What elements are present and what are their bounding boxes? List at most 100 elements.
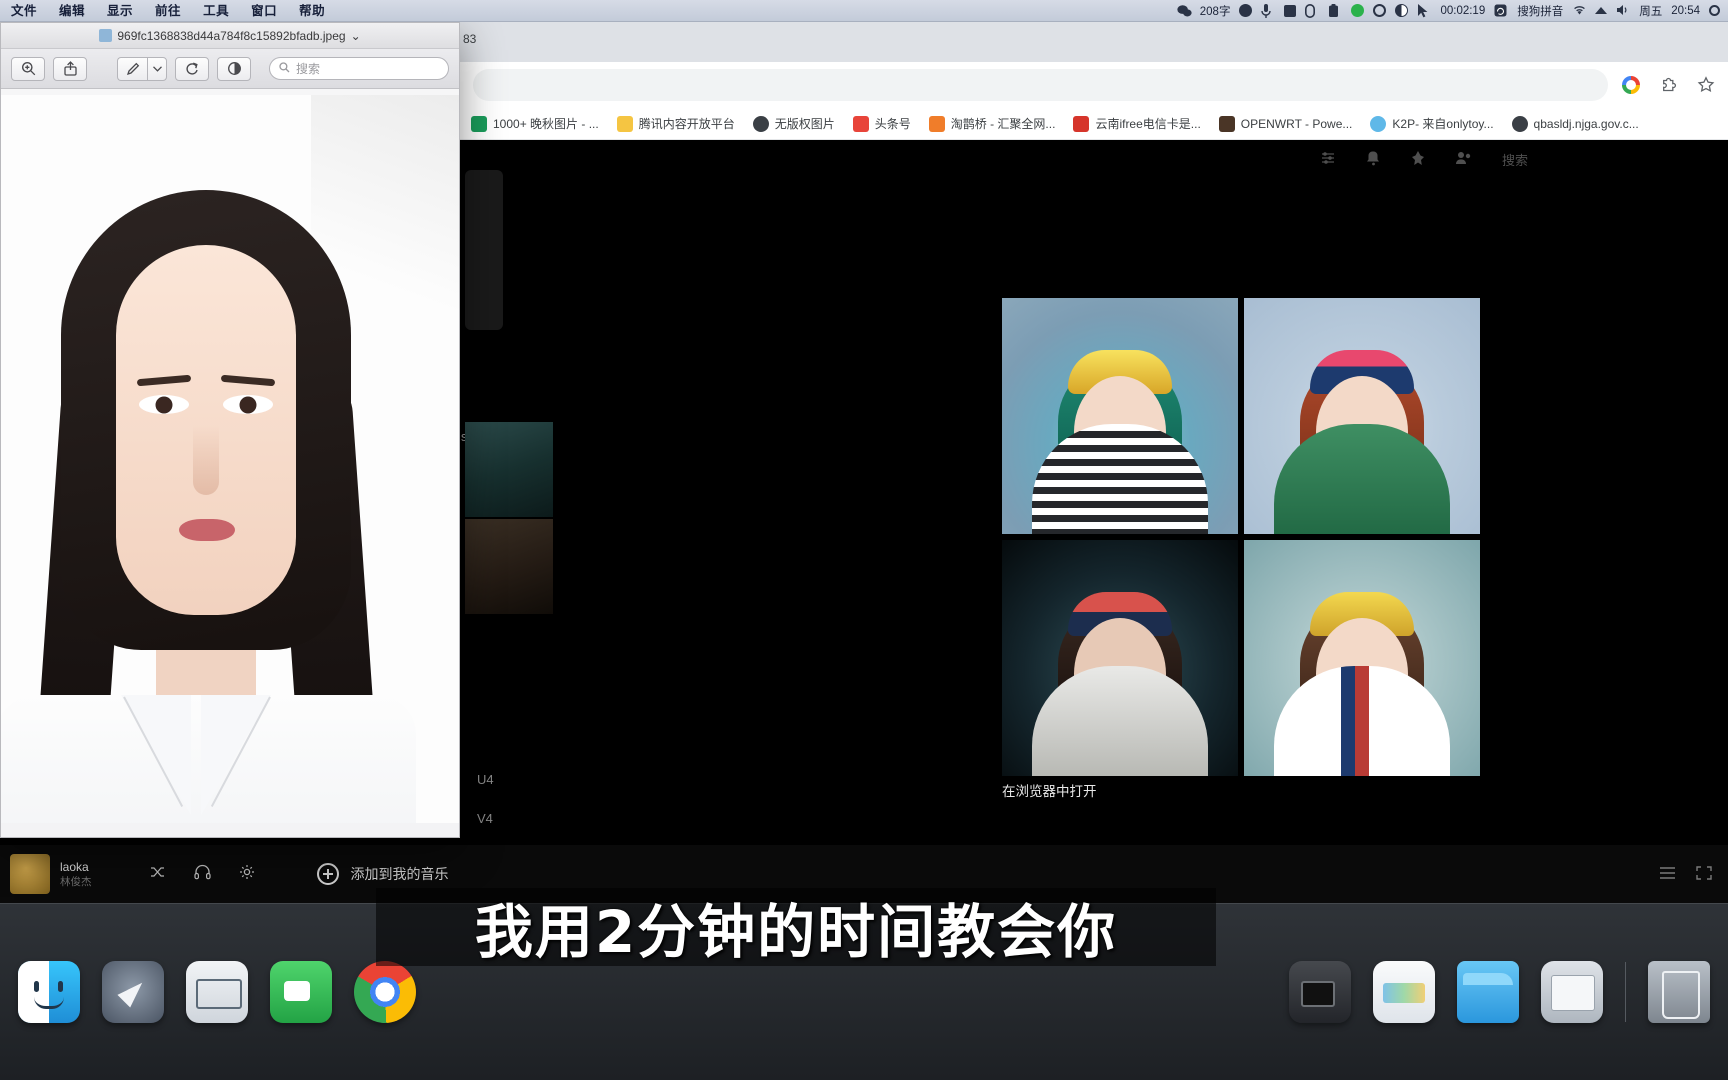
thumbnail-item[interactable] (465, 422, 553, 517)
bookmark-favicon (928, 115, 945, 132)
sync-icon[interactable] (1494, 4, 1508, 18)
adjust-color-button[interactable] (217, 56, 251, 81)
fullscreen-icon[interactable] (1696, 865, 1712, 883)
menu-help[interactable]: 帮助 (288, 0, 336, 22)
search-icon (279, 61, 290, 76)
clipboard-icon[interactable] (1328, 3, 1342, 18)
bell-icon[interactable] (1366, 150, 1381, 169)
people-icon[interactable] (1455, 150, 1472, 169)
zoom-button[interactable] (11, 56, 45, 81)
generated-image-1[interactable] (1002, 298, 1238, 534)
dock-item-system-preferences[interactable] (1541, 961, 1603, 1023)
pin-icon[interactable] (1411, 150, 1425, 169)
preview-search-field[interactable]: 搜索 (269, 57, 449, 80)
chevron-down-icon[interactable]: ⌄ (351, 29, 361, 43)
sliders-icon[interactable] (1320, 150, 1336, 169)
open-in-browser-link[interactable]: 在浏览器中打开 (1002, 780, 1097, 800)
dock-item-mail[interactable] (186, 961, 248, 1023)
bookmark-star-icon[interactable] (1696, 75, 1716, 95)
bookmark-favicon (1218, 115, 1235, 132)
generated-image-2[interactable] (1244, 298, 1480, 534)
rotate-button[interactable] (175, 56, 209, 81)
bookmarks-bar: 1000+ 晚秋图片 - ... 腾讯内容开放平台 无版权图片 头条号 淘鹊桥 … (455, 108, 1728, 140)
add-to-library-button[interactable]: 添加到我的音乐 (316, 863, 449, 885)
dock-item-folder[interactable] (1457, 961, 1519, 1023)
bookmark-item[interactable]: K2P- 来自onlytoy... (1370, 115, 1494, 132)
capsule-icon[interactable] (1305, 3, 1319, 18)
settings-icon[interactable] (239, 864, 255, 884)
markup-dropdown-caret[interactable] (147, 56, 167, 81)
bookmark-favicon (852, 115, 869, 132)
contrast-icon[interactable] (1395, 4, 1409, 17)
preview-canvas[interactable] (1, 89, 459, 837)
bookmark-label: 腾讯内容开放平台 (638, 117, 735, 131)
bookmark-favicon (471, 115, 487, 132)
headphones-icon[interactable] (193, 864, 211, 884)
variation-label-v4[interactable]: V4 (477, 811, 494, 826)
google-account-icon[interactable] (1622, 76, 1640, 94)
menu-edit[interactable]: 编辑 (48, 0, 96, 22)
dock-item-facetime[interactable] (270, 961, 332, 1023)
bookmark-item[interactable]: 云南ifree电信卡是... (1073, 115, 1201, 132)
share-button[interactable] (53, 56, 87, 81)
menu-file[interactable]: 文件 (0, 0, 48, 22)
preview-toolbar: 搜索 (1, 49, 459, 89)
generated-image-3[interactable] (1002, 540, 1238, 776)
app-left-rail[interactable] (465, 170, 503, 330)
chrome-browser-window: 83 1000+ 晚秋图片 - ... 腾讯内容开放平台 无版权图片 头条号 淘… (455, 22, 1728, 950)
volume-icon[interactable] (1616, 4, 1630, 18)
bookmark-item[interactable]: qbasldj.njga.gov.c... (1511, 115, 1639, 132)
wifi-icon[interactable] (1572, 4, 1586, 18)
input-method-label[interactable]: 搜狗拼音 (1517, 3, 1563, 19)
weekday-label: 周五 (1639, 5, 1663, 18)
preview-titlebar[interactable]: 969fc1368838d44a784f8c15892bfadb.jpeg ⌄ (1, 23, 459, 49)
dock-item-photos[interactable] (1373, 961, 1435, 1023)
menu-go[interactable]: 前往 (144, 0, 192, 22)
menu-tools[interactable]: 工具 (192, 0, 240, 22)
eject-icon[interactable] (1595, 7, 1608, 14)
bookmark-item[interactable]: 1000+ 晚秋图片 - ... (471, 115, 599, 132)
control-center-icon[interactable] (1709, 5, 1720, 16)
markup-tool-split[interactable] (117, 56, 167, 81)
chrome-tab-title[interactable]: 83 (463, 32, 476, 46)
green-circle-icon[interactable] (1351, 4, 1365, 17)
bookmark-item[interactable]: 腾讯内容开放平台 (616, 115, 735, 132)
dock-item-trash[interactable] (1648, 961, 1710, 1023)
app-icon[interactable] (1284, 4, 1297, 17)
extensions-icon[interactable] (1658, 75, 1678, 95)
subtitle-text: 我用2分钟的时间教会你 (474, 898, 1118, 966)
word-count-label: 208字 (1199, 5, 1231, 18)
address-bar[interactable] (473, 69, 1608, 101)
bookmark-item[interactable]: 无版权图片 (752, 115, 835, 132)
microphone-icon[interactable] (1261, 3, 1275, 18)
cursor-icon[interactable] (1417, 3, 1431, 18)
generated-image-grid (1002, 298, 1480, 776)
screen-recording-timer: 00:02:19 (1440, 4, 1486, 17)
markup-button[interactable] (117, 56, 147, 81)
list-icon[interactable] (1659, 866, 1676, 883)
menu-view[interactable]: 显示 (96, 0, 144, 22)
clock-label: 20:54 (1671, 4, 1700, 17)
bookmark-favicon (1511, 115, 1528, 132)
menu-window[interactable]: 窗口 (240, 0, 288, 22)
shuffle-icon[interactable] (150, 864, 166, 884)
thumbnail-item[interactable] (465, 519, 553, 614)
bookmark-item[interactable]: OPENWRT - Powe... (1218, 115, 1352, 132)
generated-image-4[interactable] (1244, 540, 1480, 776)
wechat-icon[interactable] (1177, 4, 1192, 18)
chrome-omnibox-row (455, 62, 1728, 108)
dock-item-camera[interactable] (1289, 961, 1351, 1023)
bookmark-label: 无版权图片 (774, 117, 835, 131)
omnibox-actions (1608, 75, 1716, 95)
compass-icon[interactable] (1373, 4, 1387, 17)
macos-menubar: 文件 编辑 显示 前往 工具 窗口 帮助 208字 00:02:19 搜狗拼音 … (0, 0, 1728, 22)
face-icon[interactable] (1239, 4, 1253, 17)
dock-item-chrome[interactable] (354, 961, 416, 1023)
dock-item-launchpad[interactable] (102, 961, 164, 1023)
bookmark-item[interactable]: 淘鹊桥 - 汇聚全网... (928, 115, 1055, 132)
dock-item-finder[interactable] (18, 961, 80, 1023)
app-search-label[interactable]: 搜索 (1502, 150, 1528, 169)
bookmark-item[interactable]: 头条号 (852, 115, 911, 132)
chrome-tab-strip[interactable]: 83 (455, 22, 1728, 62)
variation-label-u4[interactable]: U4 (477, 772, 494, 787)
